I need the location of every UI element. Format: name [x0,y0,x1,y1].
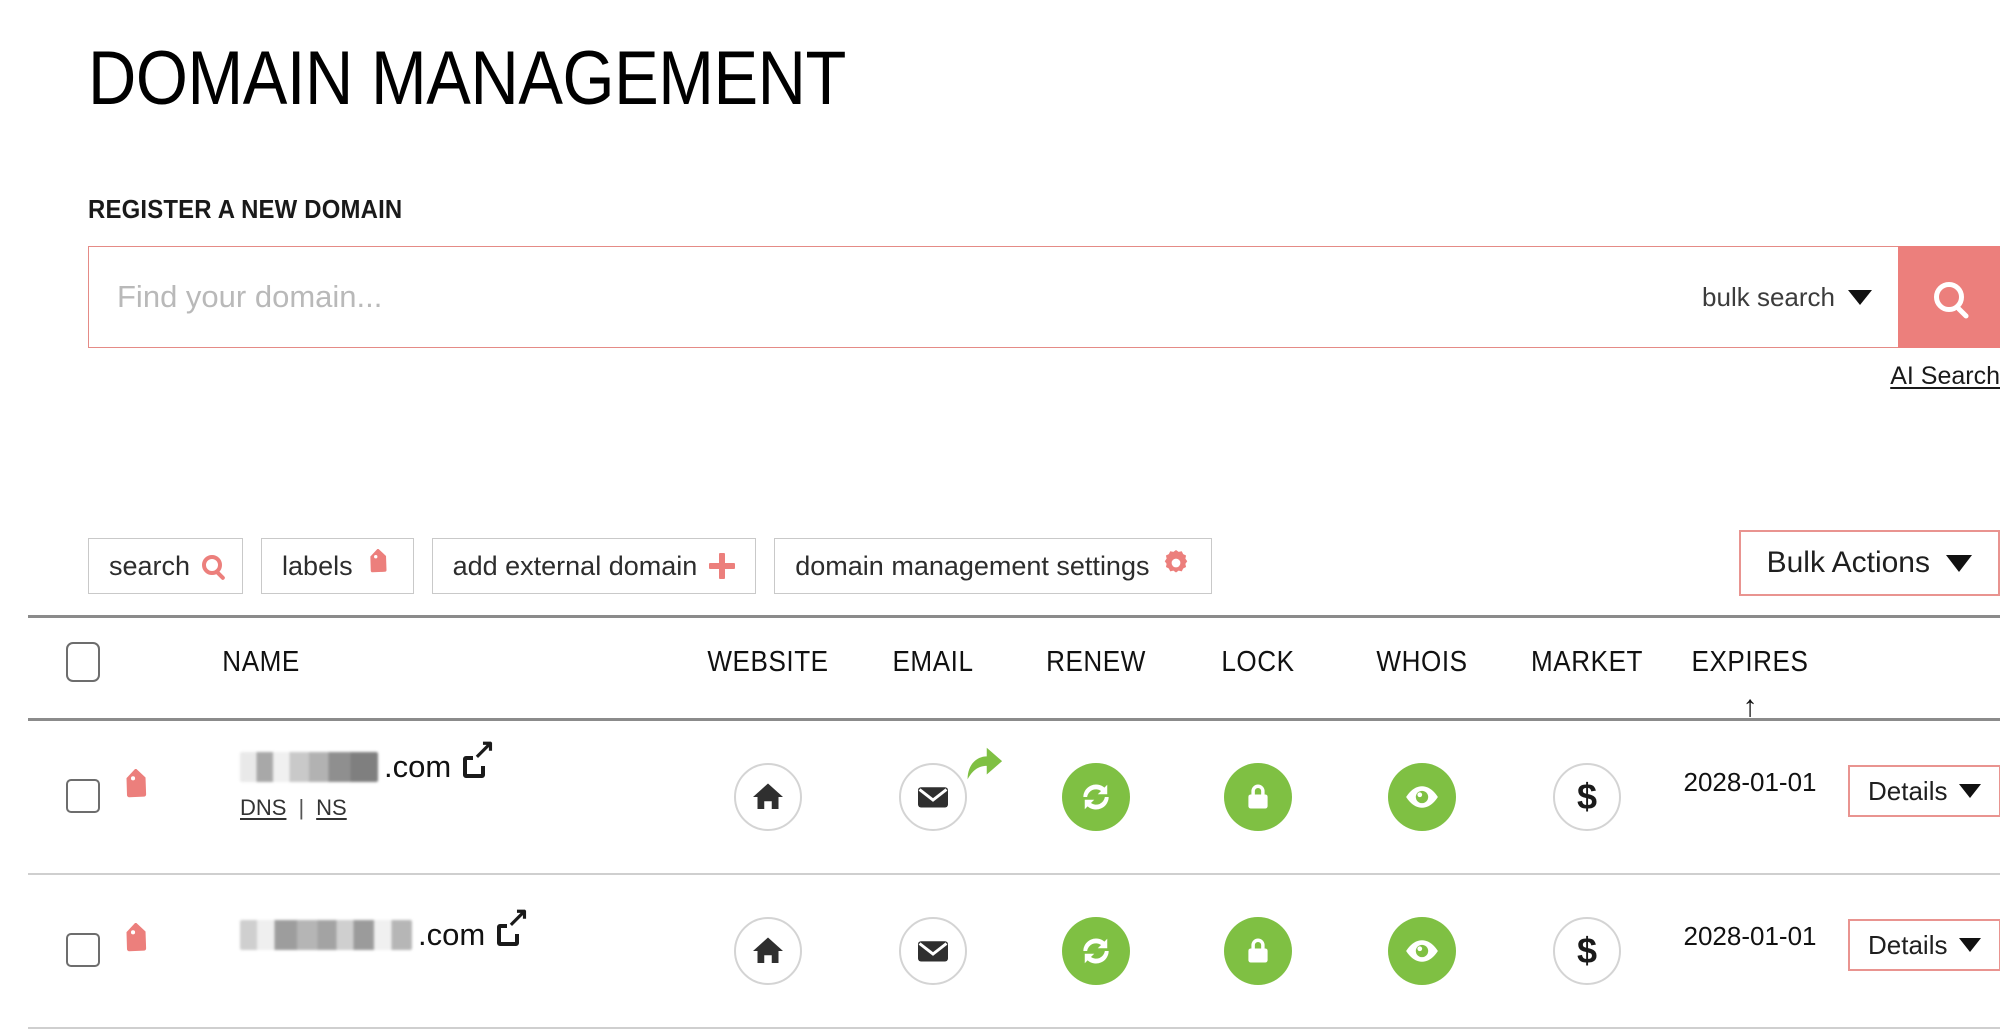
add-external-domain-button[interactable]: add external domain [431,538,757,594]
details-button-label: Details [1868,775,1948,806]
add-external-domain-label: add external domain [452,550,698,581]
website-button[interactable] [734,763,802,831]
details-button[interactable]: Details [1848,919,2000,971]
plus-icon [709,553,736,579]
column-header-market[interactable]: MARKET [1531,646,1643,679]
dollar-icon: $ [1576,776,1598,817]
chevron-down-icon [1959,784,1982,798]
sub-link-separator: | [298,795,305,820]
market-button[interactable]: $ [1553,917,1621,985]
search-submit-button[interactable] [1898,246,2000,348]
labels-button-label: labels [282,550,353,581]
domain-tld: .com [384,749,452,784]
email-forward-indicator [958,741,1004,792]
home-icon [753,783,783,809]
lock-button[interactable] [1224,763,1292,831]
renew-button[interactable] [1062,917,1130,985]
external-link-icon[interactable] [497,904,529,946]
redacted-domain-name [240,752,378,782]
column-header-website[interactable]: WEBSITE [707,646,828,679]
dollar-icon: $ [1576,930,1598,971]
gear-icon [1161,548,1191,585]
envelope-icon [918,941,948,962]
search-button-label: search [109,550,191,581]
register-new-domain-label: REGISTER A NEW DOMAIN [88,194,403,224]
expires-date: 2028-01-01 [1683,921,1817,951]
email-button[interactable] [899,917,967,985]
chevron-down-icon [1946,554,1972,572]
bulk-search-dropdown[interactable]: bulk search [1692,246,1898,348]
search-icon [202,555,223,575]
row-label-tag[interactable] [120,922,154,962]
renew-button[interactable] [1062,763,1130,831]
lock-icon [1248,784,1268,809]
column-header-lock[interactable]: LOCK [1221,646,1294,679]
row-select-checkbox[interactable] [66,933,100,967]
eye-icon [1406,786,1438,808]
bulk-actions-button[interactable]: Bulk Actions [1738,530,2000,596]
external-link-icon[interactable] [463,736,495,778]
ai-search-link[interactable]: AI Search [1890,362,2000,391]
search-icon [1934,282,1964,312]
domain-search-field[interactable] [88,246,1693,348]
whois-button[interactable] [1388,917,1456,985]
table-row: .com DNS | NS [28,721,2000,873]
table-row: .com ↗ $ 2028-01-01 Details [28,875,2000,1027]
market-button[interactable]: $ [1553,763,1621,831]
details-button[interactable]: Details [1848,765,2000,817]
refresh-icon [1083,938,1109,964]
details-button-label: Details [1868,929,1948,960]
bulk-actions-label: Bulk Actions [1766,546,1930,579]
domains-table: NAME WEBSITE EMAIL RENEW LOCK WHOIS MARK… [28,615,2000,1029]
column-header-expires[interactable]: EXPIRES [1692,646,1809,679]
row-select-checkbox[interactable] [66,779,100,813]
table-header-row: NAME WEBSITE EMAIL RENEW LOCK WHOIS MARK… [28,618,2000,722]
dns-link[interactable]: DNS [240,795,286,821]
row-label-tag[interactable] [120,768,154,808]
home-icon [753,937,783,963]
chevron-down-icon [1848,289,1872,305]
email-button[interactable] [899,763,967,831]
whois-button[interactable] [1388,763,1456,831]
refresh-icon [1083,784,1109,810]
domain-name-cell: .com DNS | NS [240,736,495,821]
chevron-down-icon [1959,938,1982,952]
search-button[interactable]: search [88,538,244,594]
labels-button[interactable]: labels [261,538,414,594]
eye-icon [1406,940,1438,962]
domain-management-settings-label: domain management settings [795,550,1150,581]
bulk-search-label: bulk search [1702,281,1835,312]
expires-date: 2028-01-01 [1683,767,1817,797]
tag-icon [126,768,147,798]
forward-arrow-icon [967,747,1003,780]
tag-icon [365,547,393,584]
envelope-icon [918,787,948,808]
domain-name[interactable]: .com [240,736,495,785]
domain-name-cell: .com [240,904,529,953]
select-all-checkbox[interactable] [66,642,100,682]
lock-icon [1248,938,1268,963]
domain-search-bar: bulk search [88,246,2000,348]
page-title: DOMAIN MANAGEMENT [88,36,846,121]
domain-name[interactable]: .com [240,904,529,953]
website-button[interactable] [734,917,802,985]
table-toolbar: search labels add external domain domain… [88,538,1213,594]
sort-ascending-icon[interactable]: ↑ [1743,692,1758,722]
column-header-renew[interactable]: RENEW [1046,646,1146,679]
domain-tld: .com [418,917,486,952]
tag-icon [126,922,147,952]
domain-management-settings-button[interactable]: domain management settings [774,538,1213,594]
ns-link[interactable]: NS [316,795,347,821]
redacted-domain-name [240,920,412,950]
search-input[interactable] [89,247,1693,347]
column-header-email[interactable]: EMAIL [892,646,973,679]
domain-management-page: DOMAIN MANAGEMENT REGISTER A NEW DOMAIN … [0,0,2000,1029]
column-header-whois[interactable]: WHOIS [1376,646,1467,679]
column-header-name[interactable]: NAME [222,646,300,679]
domain-sub-links: DNS | NS [240,795,485,821]
lock-button[interactable] [1224,917,1292,985]
